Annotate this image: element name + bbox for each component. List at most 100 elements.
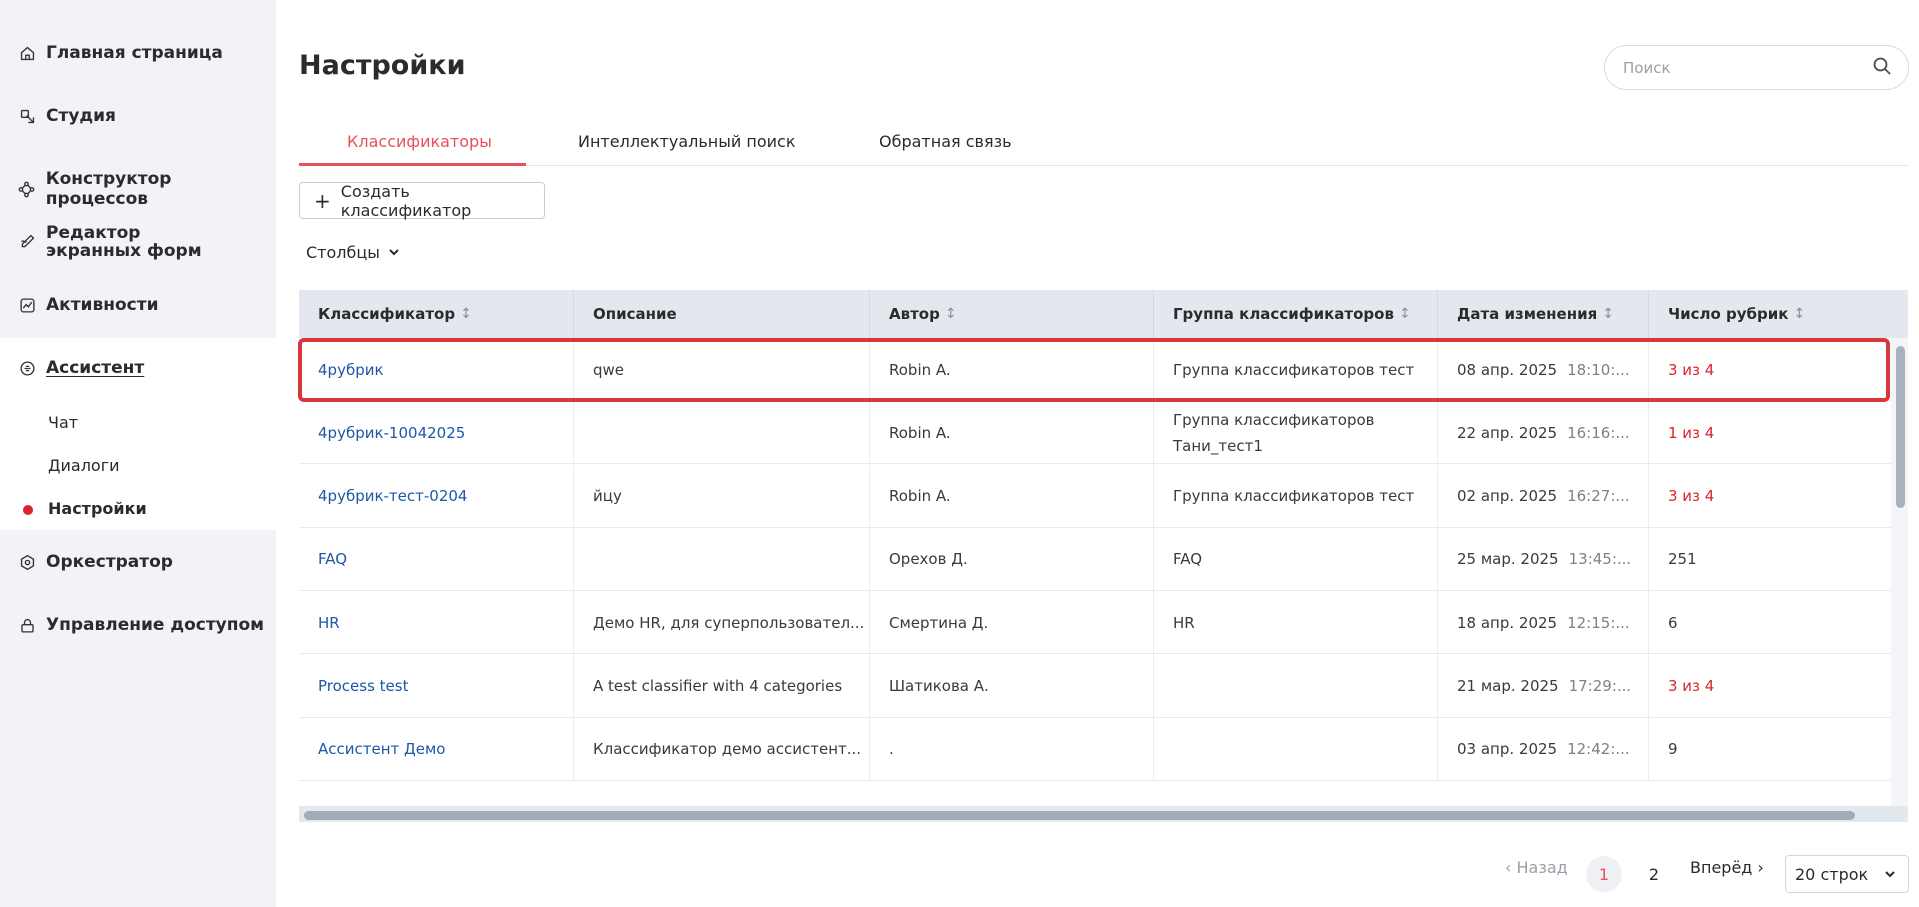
cell-modified-date: 02 апр. 2025 16:27:... [1437,464,1648,528]
vertical-scrollbar-thumb[interactable] [1896,346,1905,508]
table-row[interactable]: 4рубрик-10042025 Robin A. Группа классифик… [299,401,1891,465]
pagination-next[interactable]: Вперёд › [1690,858,1764,877]
table-row[interactable]: 4рубрик qwe Robin A. Группа классификаторов… [299,338,1891,401]
sidebar-item-process-builder[interactable]: Конструктор процессов [18,169,276,209]
home-icon [18,44,36,62]
sidebar-item-label: Конструктор процессов [45,169,172,209]
cell-description [573,401,869,465]
cell-description: qwe [573,338,869,401]
cell-group-text: Группа классификаторов тест [1173,487,1415,506]
sidebar-item-label: Редактор экранных форм [46,223,202,261]
column-header-group[interactable]: Группа классификаторов ↕ [1153,290,1437,338]
search-input[interactable] [1623,58,1872,77]
sidebar-item-assistant[interactable]: Ассистент [18,358,144,378]
access-icon [18,616,36,634]
date-value: 22 апр. 2025 [1457,423,1558,442]
sidebar-item-activities[interactable]: Активности [18,295,158,315]
columns-dropdown[interactable]: Столбцы [306,243,400,262]
sidebar-item-access-management[interactable]: Управление доступом [18,615,264,635]
chevron-down-icon [1884,865,1896,884]
sort-icon[interactable]: ↕ [945,306,957,322]
plus-icon: + [314,188,331,213]
column-header-author[interactable]: Автор ↕ [869,290,1153,338]
column-header-classifier[interactable]: Классификатор ↕ [299,290,573,338]
table-row[interactable]: 4рубрик-тест-0204 йцу Robin A. Группа класс… [299,464,1891,528]
cell-classifier-text: HR [318,613,340,632]
cell-group [1153,654,1437,718]
sidebar-item-label: Ассистент [46,358,145,378]
cell-group [1153,717,1437,781]
sidebar-subitem-chat[interactable]: Чат [48,413,78,432]
sort-icon[interactable]: ↕ [1793,306,1805,322]
pagination-page-2[interactable]: 2 [1636,856,1672,892]
cell-rubric-count-text: 3 из 4 [1668,677,1715,695]
sidebar-subitem-settings[interactable]: Настройки [48,499,147,518]
pagination-page-1[interactable]: 1 [1586,856,1622,892]
cell-group-text: HR [1173,613,1195,632]
cell-modified-date: 22 апр. 2025 16:16:... [1437,401,1648,465]
sort-icon[interactable]: ↕ [1399,306,1411,322]
active-tab-indicator [299,163,526,166]
table-row[interactable]: Ассистент Демо Классификатор демо ассисте… [299,717,1891,781]
cell-classifier[interactable]: 4рубрик [299,338,573,401]
tab-classifiers[interactable]: Классификаторы [347,132,492,151]
column-header-rubric-count[interactable]: Число рубрик ↕ [1648,290,1908,338]
cell-rubric-count-text: 1 из 4 [1668,423,1715,442]
rows-per-page-value: 20 строк [1795,864,1869,884]
cell-author: Орехов Д. [869,527,1153,591]
pagination-prev[interactable]: ‹ Назад [1505,858,1568,877]
sidebar-item-label: Активности [46,295,159,315]
tab-intelligent-search[interactable]: Интеллектуальный поиск [578,132,796,151]
cell-classifier[interactable]: FAQ [299,528,573,591]
time-value: 18:10:... [1567,360,1630,379]
sidebar-item-label: Управление доступом [46,615,265,635]
time-value: 13:45:... [1568,550,1632,569]
classifiers-table: Классификатор ↕ Описание Автор ↕ Группа кл… [299,290,1908,822]
create-classifier-label: Создать классификатор [340,181,472,220]
cell-classifier-text: 4рубрик [318,360,384,379]
cell-description: A test classifier with 4 categories [573,654,869,718]
table-row[interactable]: Process test A test classifier with 4 cat… [299,654,1891,718]
cell-rubric-count-text: 9 [1668,740,1678,759]
sidebar-item-studio[interactable]: Студия [18,106,116,126]
search-icon[interactable] [1872,56,1892,80]
time-value: 16:27:... [1567,487,1630,506]
tab-feedback[interactable]: Обратная связь [879,132,1012,151]
cell-author-text: . [889,740,894,759]
sidebar-item-form-editor[interactable]: Редактор экранных форм [18,224,236,260]
cell-classifier-text: 4рубрик-10042025 [318,423,466,442]
cell-classifier-text: FAQ [318,550,348,569]
sidebar-item-orchestrator[interactable]: Оркестратор [18,552,173,572]
cell-author: Смертина Д. [869,591,1153,655]
sidebar-item-home[interactable]: Главная страница [18,43,223,63]
cell-classifier[interactable]: 4рубрик-тест-0204 [299,465,573,528]
page-title: Настройки [299,50,466,81]
cell-rubric-count: 3 из 4 [1648,464,1891,528]
sidebar-subitem-dialogs[interactable]: Диалоги [48,456,120,475]
sort-icon[interactable]: ↕ [1602,306,1614,322]
cell-description-text: A test classifier with 4 categories [593,677,843,695]
sort-icon[interactable]: ↕ [460,306,472,322]
cell-classifier[interactable]: Process test [299,655,573,718]
cell-author-text: Смертина Д. [889,613,989,632]
cell-description: йцу [573,464,869,528]
column-header-modified-date[interactable]: Дата изменения ↕ [1437,290,1648,338]
sidebar: Главная страница Студия Конструктор проц… [0,0,276,907]
horizontal-scrollbar-thumb[interactable] [304,811,1855,820]
rows-per-page-select[interactable]: 20 строк [1785,855,1909,893]
table-row[interactable]: HR Демо HR, для суперпользовател... Смерти… [299,591,1891,655]
cell-classifier[interactable]: Ассистент Демо [299,718,573,781]
sidebar-item-label: Оркестратор [46,552,173,572]
search-box[interactable] [1604,45,1909,90]
cell-modified-date: 08 апр. 2025 18:10:... [1437,338,1648,401]
create-classifier-button[interactable]: + Создать классификатор [299,181,545,220]
cell-group-text: Группа классификаторов Тани_тест1 [1173,410,1375,455]
sidebar-item-label: Главная страница [46,43,223,63]
form-editor-icon [18,232,36,250]
date-value: 03 апр. 2025 [1457,740,1558,759]
cell-classifier[interactable]: HR [299,591,573,654]
cell-classifier[interactable]: 4рубрик-10042025 [299,401,573,464]
date-value: 18 апр. 2025 [1457,613,1558,632]
sidebar-item-label: Студия [46,106,116,126]
table-row[interactable]: FAQ Орехов Д. FAQ 25 мар. 2025 13:45:... 251 [299,527,1891,591]
